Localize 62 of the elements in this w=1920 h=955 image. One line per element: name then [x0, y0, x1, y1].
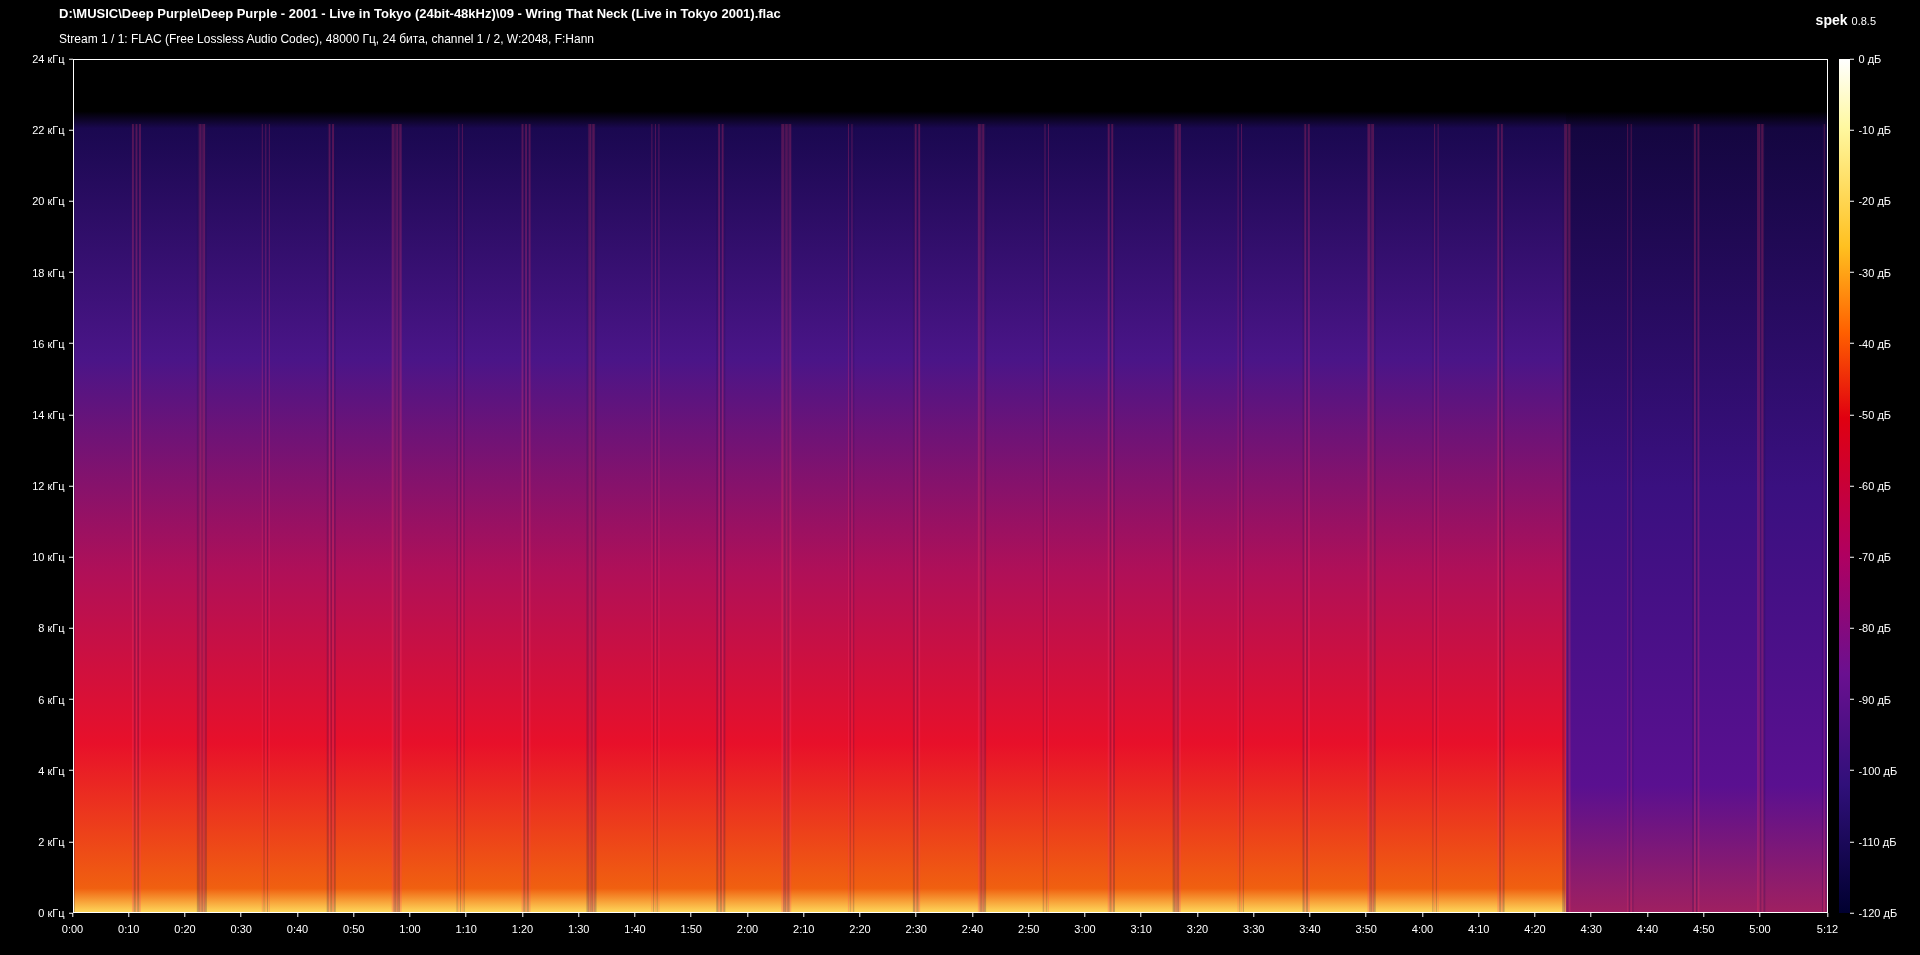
frequency-label: 4 кГц [38, 763, 65, 779]
time-label: 2:00 [736, 922, 759, 937]
time-label: 3:30 [1243, 922, 1265, 937]
level-label: -80 дБ [1858, 621, 1892, 637]
time-label: 0:40 [286, 922, 309, 937]
level-label: -10 дБ [1858, 122, 1892, 138]
frequency-label: 2 кГц [38, 834, 65, 850]
level-label: -40 дБ [1858, 336, 1892, 352]
level-label: -100 дБ [1858, 763, 1898, 779]
level-label: -20 дБ [1858, 194, 1892, 210]
frequency-label: 24 кГц [32, 51, 65, 67]
time-label: 4:50 [1693, 922, 1715, 937]
time-label: 1:00 [399, 922, 421, 937]
frequency-label: 12 кГц [32, 478, 65, 494]
time-label: 3:10 [1130, 922, 1152, 937]
time-label: 1:20 [511, 922, 534, 937]
time-label: 4:00 [1411, 922, 1434, 937]
time-label: 2:30 [905, 922, 927, 937]
time-label: 0:30 [230, 922, 252, 937]
frequency-label: 22 кГц [32, 122, 65, 138]
stream-info: Stream 1 / 1: FLAC (Free Lossless Audio Codec), 48000 Гц, 24 бита, channel 1 / 2, W:2048, F:Hann [59, 32, 596, 46]
level-label: -120 дБ [1858, 905, 1898, 921]
time-label: 2:10 [793, 922, 815, 937]
time-label: 4:40 [1636, 922, 1659, 937]
time-label: 4:10 [1468, 922, 1490, 937]
frequency-label: 10 кГц [32, 549, 65, 565]
level-label: -70 дБ [1858, 549, 1892, 565]
time-label: 0:00 [61, 922, 84, 937]
time-label: 1:10 [455, 922, 477, 937]
time-label: 3:40 [1299, 922, 1321, 937]
app-version: 0.8.5 [1851, 14, 1876, 29]
time-label: 2:50 [1018, 922, 1040, 937]
frequency-label: 14 кГц [32, 407, 65, 423]
time-label: 3:20 [1186, 922, 1209, 937]
time-label: 1:50 [680, 922, 702, 937]
time-label: 3:50 [1355, 922, 1377, 937]
frequency-label: 16 кГц [32, 336, 65, 352]
app-name: spek [1815, 11, 1848, 30]
time-label: 5:00 [1749, 922, 1771, 937]
level-label: 0 дБ [1858, 51, 1882, 67]
frequency-label: 6 кГц [38, 692, 65, 708]
time-label: 2:20 [849, 922, 871, 937]
time-label: 0:50 [343, 922, 365, 937]
time-label: 0:20 [174, 922, 196, 937]
time-label: 0:10 [118, 922, 140, 937]
frequency-label: 8 кГц [38, 621, 65, 637]
frequency-label: 18 кГц [32, 265, 65, 281]
time-label: 1:40 [624, 922, 646, 937]
time-label: 5:12 [1816, 922, 1839, 937]
time-label: 2:40 [961, 922, 984, 937]
level-label: -30 дБ [1858, 265, 1892, 281]
level-label: -90 дБ [1858, 692, 1892, 708]
frequency-label: 0 кГц [38, 905, 65, 921]
level-label: -60 дБ [1858, 478, 1892, 494]
level-label: -110 дБ [1858, 834, 1897, 850]
file-path-title: D:\MUSIC\Deep Purple\Deep Purple - 2001 - Live in Tokyo (24bit-48kHz)\09 - Wring That Neck (Live in Tokyo 2001).flac [59, 6, 781, 22]
frequency-label: 20 кГц [32, 194, 65, 210]
time-label: 4:30 [1580, 922, 1602, 937]
time-label: 1:30 [568, 922, 590, 937]
level-label: -50 дБ [1858, 407, 1892, 423]
time-label: 3:00 [1074, 922, 1096, 937]
time-label: 4:20 [1524, 922, 1546, 937]
